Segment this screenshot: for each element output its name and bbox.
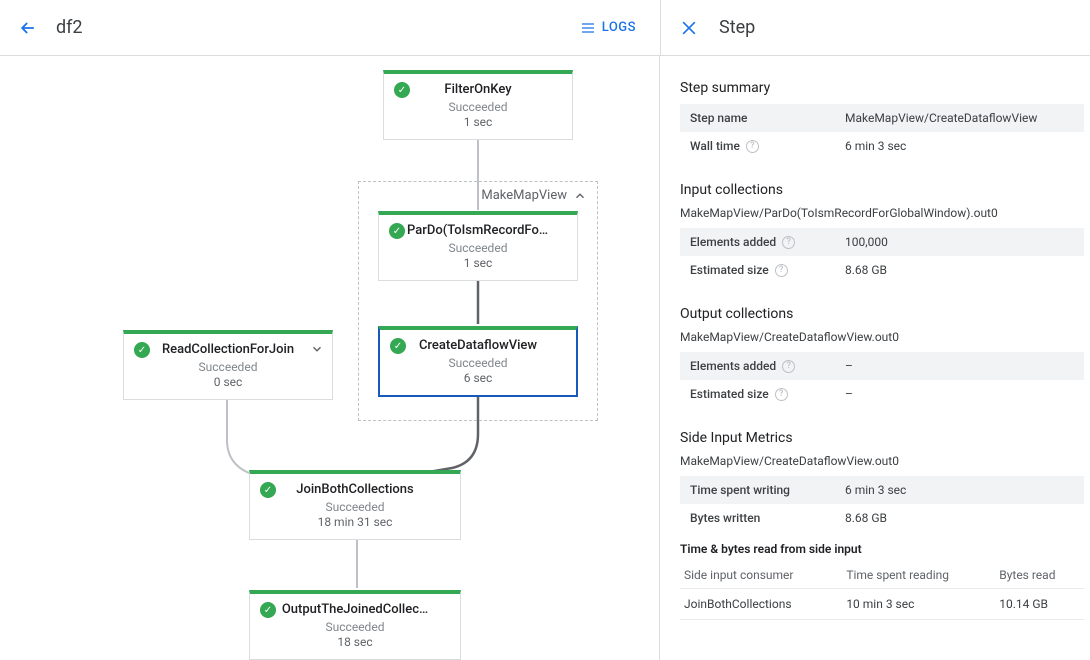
cell-consumer: JoinBothCollections [680, 589, 842, 620]
help-icon[interactable]: ? [782, 236, 795, 249]
kv-label: Elements added? [680, 235, 845, 249]
help-icon[interactable]: ? [775, 264, 788, 277]
node-status: Succeeded [394, 100, 562, 114]
kv-value: 8.68 GB [845, 263, 887, 277]
kv-label: Step name [680, 111, 845, 125]
kv-label: Estimated size? [680, 387, 845, 401]
node-title: FilterOnKey [394, 82, 562, 97]
row-step-name: Step name MakeMapView/CreateDataflowView [680, 104, 1084, 132]
close-button[interactable] [677, 16, 701, 40]
kv-label: Time spent writing [680, 483, 845, 497]
node-time: 1 sec [389, 256, 567, 270]
row-elements-added: Elements added? – [680, 352, 1084, 380]
row-elements-added: Elements added? 100,000 [680, 228, 1084, 256]
section-heading: Output collections [680, 306, 1084, 322]
section-heading: Side Input Metrics [680, 430, 1084, 446]
group-label: MakeMapView [481, 188, 567, 203]
collection-path: MakeMapView/CreateDataflowView.out0 [680, 454, 1084, 468]
section-input-collections: Input collections MakeMapView/ParDo(ToIs… [680, 182, 1084, 284]
section-heading: Input collections [680, 182, 1084, 198]
kv-value: 6 min 3 sec [845, 483, 906, 497]
col-consumer: Side input consumer [680, 562, 842, 589]
side-input-table: Side input consumer Time spent reading B… [680, 562, 1084, 620]
collection-path: MakeMapView/ParDo(ToIsmRecordForGlobalWi… [680, 206, 1084, 220]
details-panel: Step summary Step name MakeMapView/Creat… [660, 56, 1090, 660]
section-heading: Step summary [680, 80, 1084, 96]
check-circle-icon: ✓ [260, 602, 276, 618]
check-circle-icon: ✓ [390, 338, 406, 354]
node-status: Succeeded [389, 241, 567, 255]
kv-value: 100,000 [845, 235, 888, 249]
row-wall-time: Wall time? 6 min 3 sec [680, 132, 1084, 160]
chevron-up-icon [573, 189, 587, 203]
check-circle-icon: ✓ [260, 482, 276, 498]
cell-time: 10 min 3 sec [842, 589, 995, 620]
graph-canvas[interactable]: ✓ FilterOnKey Succeeded 1 sec MakeMapVie… [0, 56, 660, 660]
logs-button[interactable]: LOGS [580, 20, 636, 36]
section-step-summary: Step summary Step name MakeMapView/Creat… [680, 80, 1084, 160]
node-filter-on-key[interactable]: ✓ FilterOnKey Succeeded 1 sec [383, 70, 573, 140]
check-circle-icon: ✓ [134, 342, 150, 358]
row-estimated-size: Estimated size? 8.68 GB [680, 256, 1084, 284]
kv-value: MakeMapView/CreateDataflowView [845, 111, 1037, 125]
logs-icon [580, 20, 596, 36]
node-time: 1 sec [394, 115, 562, 129]
node-output-joined[interactable]: ✓ OutputTheJoinedCollec… Succeeded 18 se… [249, 590, 461, 660]
node-title: ParDo(ToIsmRecordFor… [389, 223, 567, 238]
section-side-input: Side Input Metrics MakeMapView/CreateDat… [680, 430, 1084, 620]
node-title: OutputTheJoinedCollec… [260, 602, 450, 617]
panel-title: Step [719, 17, 755, 38]
row-time-writing: Time spent writing 6 min 3 sec [680, 476, 1084, 504]
group-header[interactable]: MakeMapView [481, 188, 587, 203]
chevron-down-icon[interactable] [310, 342, 324, 360]
node-read-collection[interactable]: ✓ ReadCollectionForJoin Succeeded 0 sec [123, 330, 333, 400]
kv-label: Wall time? [680, 139, 845, 153]
table-heading: Time & bytes read from side input [680, 542, 1084, 556]
arrow-left-icon [18, 18, 38, 38]
cell-bytes: 10.14 GB [995, 589, 1084, 620]
help-icon[interactable]: ? [782, 360, 795, 373]
help-icon[interactable]: ? [746, 140, 759, 153]
topbar-left: df2 LOGS [0, 0, 660, 55]
node-title: ReadCollectionForJoin [134, 342, 322, 357]
kv-label: Bytes written [680, 511, 845, 525]
node-create-dataflow-view[interactable]: ✓ CreateDataflowView Succeeded 6 sec [378, 326, 578, 397]
node-title: JoinBothCollections [260, 482, 450, 497]
section-output-collections: Output collections MakeMapView/CreateDat… [680, 306, 1084, 408]
node-title: CreateDataflowView [390, 338, 566, 353]
help-icon[interactable]: ? [775, 388, 788, 401]
job-title: df2 [56, 17, 83, 38]
node-time: 18 min 31 sec [260, 515, 450, 529]
kv-value: 8.68 GB [845, 511, 887, 525]
check-circle-icon: ✓ [389, 223, 405, 239]
node-time: 6 sec [390, 371, 566, 385]
node-status: Succeeded [260, 620, 450, 634]
node-time: 18 sec [260, 635, 450, 649]
table-row: JoinBothCollections 10 min 3 sec 10.14 G… [680, 589, 1084, 620]
kv-label: Elements added? [680, 359, 845, 373]
node-pardo[interactable]: ✓ ParDo(ToIsmRecordFor… Succeeded 1 sec [378, 211, 578, 281]
col-bytes: Bytes read [995, 562, 1084, 589]
row-estimated-size: Estimated size? – [680, 380, 1084, 408]
check-circle-icon: ✓ [394, 82, 410, 98]
topbar: df2 LOGS Step [0, 0, 1090, 56]
kv-label: Estimated size? [680, 263, 845, 277]
kv-value: – [845, 387, 853, 401]
row-bytes-written: Bytes written 8.68 GB [680, 504, 1084, 532]
collection-path: MakeMapView/CreateDataflowView.out0 [680, 330, 1084, 344]
logs-label: LOGS [602, 20, 636, 35]
node-time: 0 sec [134, 375, 322, 389]
node-join-both[interactable]: ✓ JoinBothCollections Succeeded 18 min 3… [249, 470, 461, 540]
node-status: Succeeded [260, 500, 450, 514]
col-time: Time spent reading [842, 562, 995, 589]
topbar-right: Step [660, 0, 1090, 55]
node-status: Succeeded [134, 360, 322, 374]
close-icon [679, 18, 699, 38]
kv-value: – [845, 359, 853, 373]
back-button[interactable] [8, 8, 48, 48]
node-status: Succeeded [390, 356, 566, 370]
kv-value: 6 min 3 sec [845, 139, 906, 153]
